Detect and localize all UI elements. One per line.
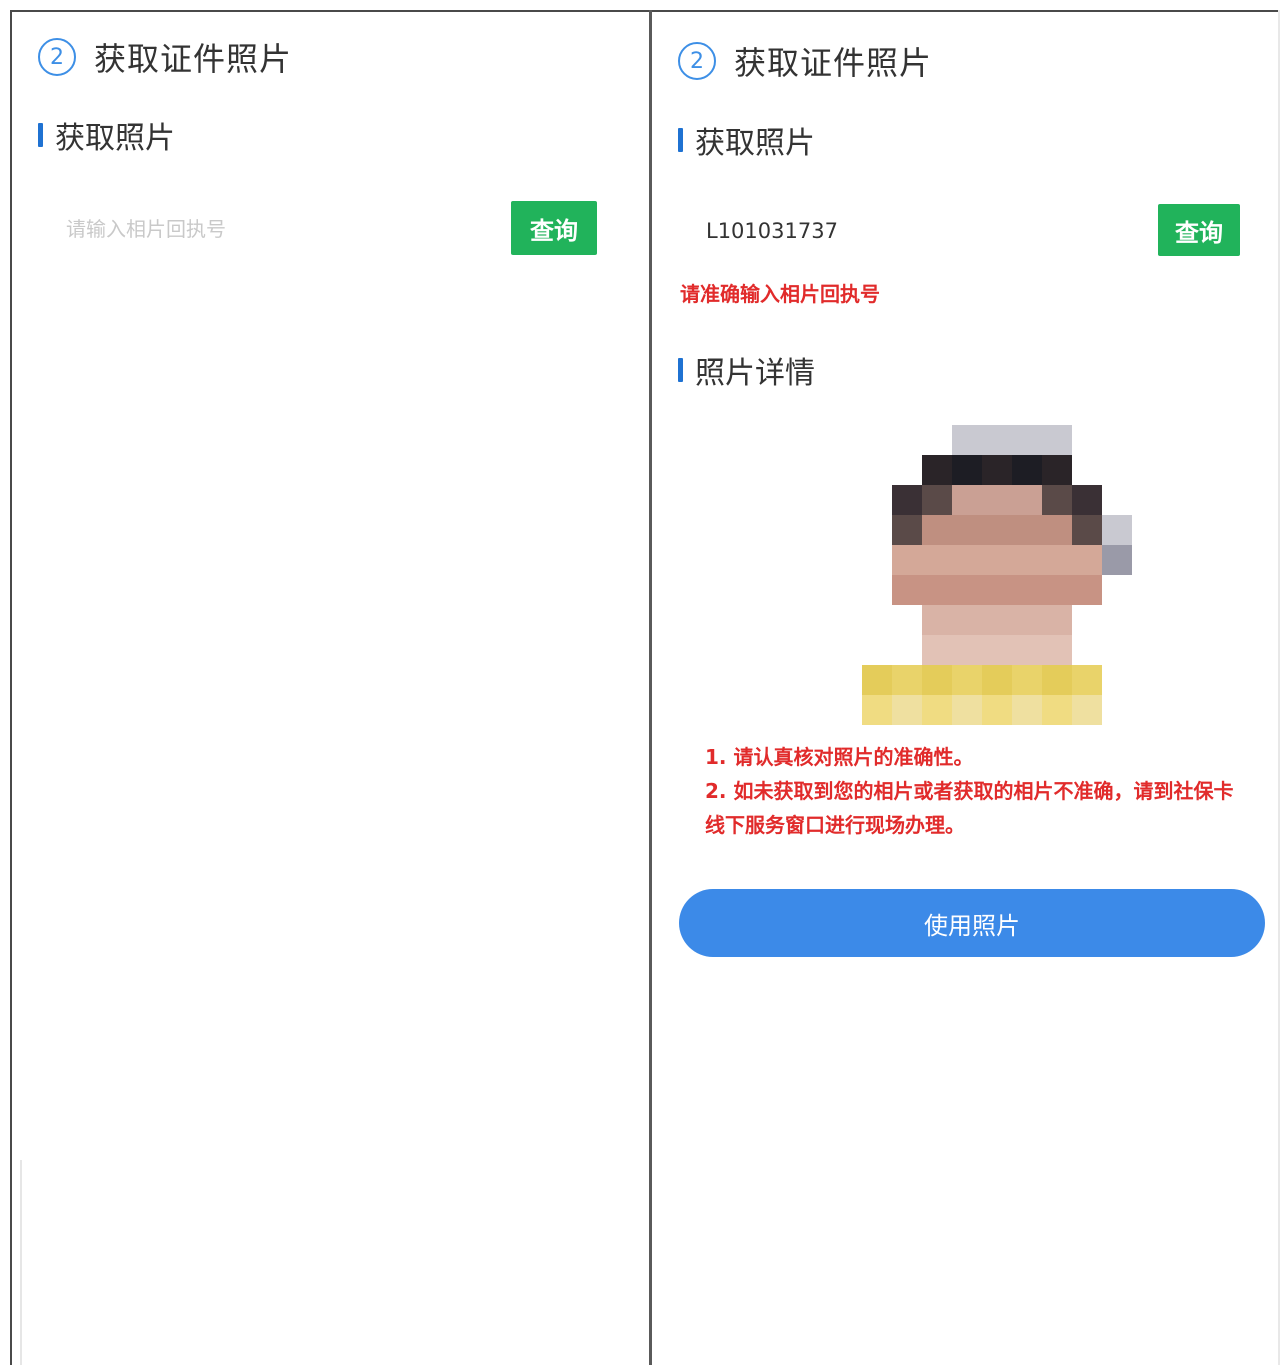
- portrait-pixel: [1012, 575, 1042, 605]
- portrait-pixel: [982, 635, 1012, 665]
- portrait-pixel: [892, 485, 922, 515]
- portrait-pixel: [1042, 455, 1072, 485]
- step-title: 获取证件照片: [94, 40, 293, 78]
- portrait-pixel: [922, 635, 952, 665]
- section-bar-icon: [678, 358, 683, 382]
- step-header: 2 获取证件照片: [38, 34, 292, 80]
- step-number-icon: 2: [678, 42, 716, 80]
- portrait-pixel: [1042, 545, 1072, 575]
- section-photo-details: 照片详情: [678, 348, 815, 392]
- portrait-pixel: [1042, 425, 1072, 455]
- portrait-pixel: [1072, 485, 1102, 515]
- portrait-pixel: [1042, 605, 1072, 635]
- portrait-pixel: [982, 455, 1012, 485]
- inner-left-edge: [20, 1160, 22, 1365]
- portrait-pixel: [952, 605, 982, 635]
- portrait-pixel: [1012, 455, 1042, 485]
- portrait-pixel: [1072, 575, 1102, 605]
- portrait-pixel: [922, 455, 952, 485]
- section-get-photo: 获取照片: [38, 113, 175, 157]
- portrait-pixel: [952, 455, 982, 485]
- portrait-pixel: [1072, 665, 1102, 695]
- portrait-pixel: [892, 575, 922, 605]
- error-message: 请准确输入相片回执号: [680, 282, 880, 306]
- portrait-pixel: [982, 665, 1012, 695]
- portrait-pixel: [1012, 425, 1042, 455]
- step-number-icon: 2: [38, 38, 76, 76]
- portrait-pixel: [1012, 485, 1042, 515]
- notes: 1. 请认真核对照片的准确性。 2. 如未获取到您的相片或者获取的相片不准确，请…: [705, 740, 1245, 842]
- portrait-pixel: [1072, 545, 1102, 575]
- portrait-pixel: [982, 545, 1012, 575]
- portrait-pixel: [892, 695, 922, 725]
- portrait-pixel: [1042, 515, 1072, 545]
- left-screen: 2 获取证件照片 获取照片 查询: [12, 12, 649, 1365]
- portrait-pixel: [952, 515, 982, 545]
- portrait-pixel: [982, 605, 1012, 635]
- note-item: 2. 如未获取到您的相片或者获取的相片不准确，请到社保卡线下服务窗口进行现场办理…: [705, 779, 1234, 837]
- step-title: 获取证件照片: [734, 44, 933, 82]
- portrait-pixel: [1042, 695, 1072, 725]
- portrait-pixel: [892, 545, 922, 575]
- use-photo-button[interactable]: 使用照片: [679, 889, 1265, 957]
- portrait-pixel: [952, 425, 982, 455]
- portrait-pixel: [892, 515, 922, 545]
- portrait-pixel: [1012, 665, 1042, 695]
- details-title: 照片详情: [695, 356, 815, 391]
- portrait-pixel: [922, 575, 952, 605]
- portrait-pixel: [982, 515, 1012, 545]
- portrait-pixel: [1012, 515, 1042, 545]
- section-title: 获取照片: [55, 121, 175, 156]
- step-header: 2 获取证件照片: [678, 38, 932, 84]
- portrait-pixel: [952, 575, 982, 605]
- portrait-pixel: [1042, 575, 1072, 605]
- portrait-pixel: [982, 575, 1012, 605]
- portrait-pixel: [952, 485, 982, 515]
- portrait-pixel: [1072, 695, 1102, 725]
- portrait-pixel: [892, 665, 922, 695]
- portrait-pixel: [922, 665, 952, 695]
- note-item: 1. 请认真核对照片的准确性。: [705, 745, 974, 769]
- portrait-pixel: [1102, 515, 1132, 545]
- portrait-pixel: [1042, 665, 1072, 695]
- portrait-pixel: [922, 545, 952, 575]
- portrait-pixel: [1072, 515, 1102, 545]
- portrait-pixel: [982, 485, 1012, 515]
- portrait-pixel: [952, 665, 982, 695]
- portrait-pixel: [922, 515, 952, 545]
- query-button[interactable]: 查询: [1158, 204, 1240, 256]
- portrait-pixel: [982, 425, 1012, 455]
- section-bar-icon: [38, 123, 43, 147]
- portrait-pixel: [922, 485, 952, 515]
- section-title: 获取照片: [695, 126, 815, 161]
- portrait-pixel: [952, 545, 982, 575]
- portrait-pixel: [1012, 545, 1042, 575]
- portrait-pixel: [1012, 605, 1042, 635]
- portrait-pixel: [1012, 635, 1042, 665]
- portrait-pixel: [922, 605, 952, 635]
- portrait-pixel: [952, 695, 982, 725]
- pixelated-portrait-image: [847, 415, 1132, 739]
- receipt-number-input[interactable]: [64, 210, 468, 248]
- query-button[interactable]: 查询: [511, 201, 597, 255]
- portrait-pixel: [952, 635, 982, 665]
- portrait-pixel: [1042, 485, 1072, 515]
- portrait-pixel: [1042, 635, 1072, 665]
- section-get-photo: 获取照片: [678, 118, 815, 162]
- receipt-number-input[interactable]: [704, 212, 1108, 250]
- portrait-pixel: [922, 695, 952, 725]
- portrait-pixel: [862, 665, 892, 695]
- portrait-pixel: [1012, 695, 1042, 725]
- section-bar-icon: [678, 128, 683, 152]
- portrait-pixel: [862, 695, 892, 725]
- right-screen: 2 获取证件照片 获取照片 查询 请准确输入相片回执号 照片详情 1. 请认真核…: [652, 12, 1278, 1365]
- portrait-pixel: [982, 695, 1012, 725]
- portrait-pixel: [1102, 545, 1132, 575]
